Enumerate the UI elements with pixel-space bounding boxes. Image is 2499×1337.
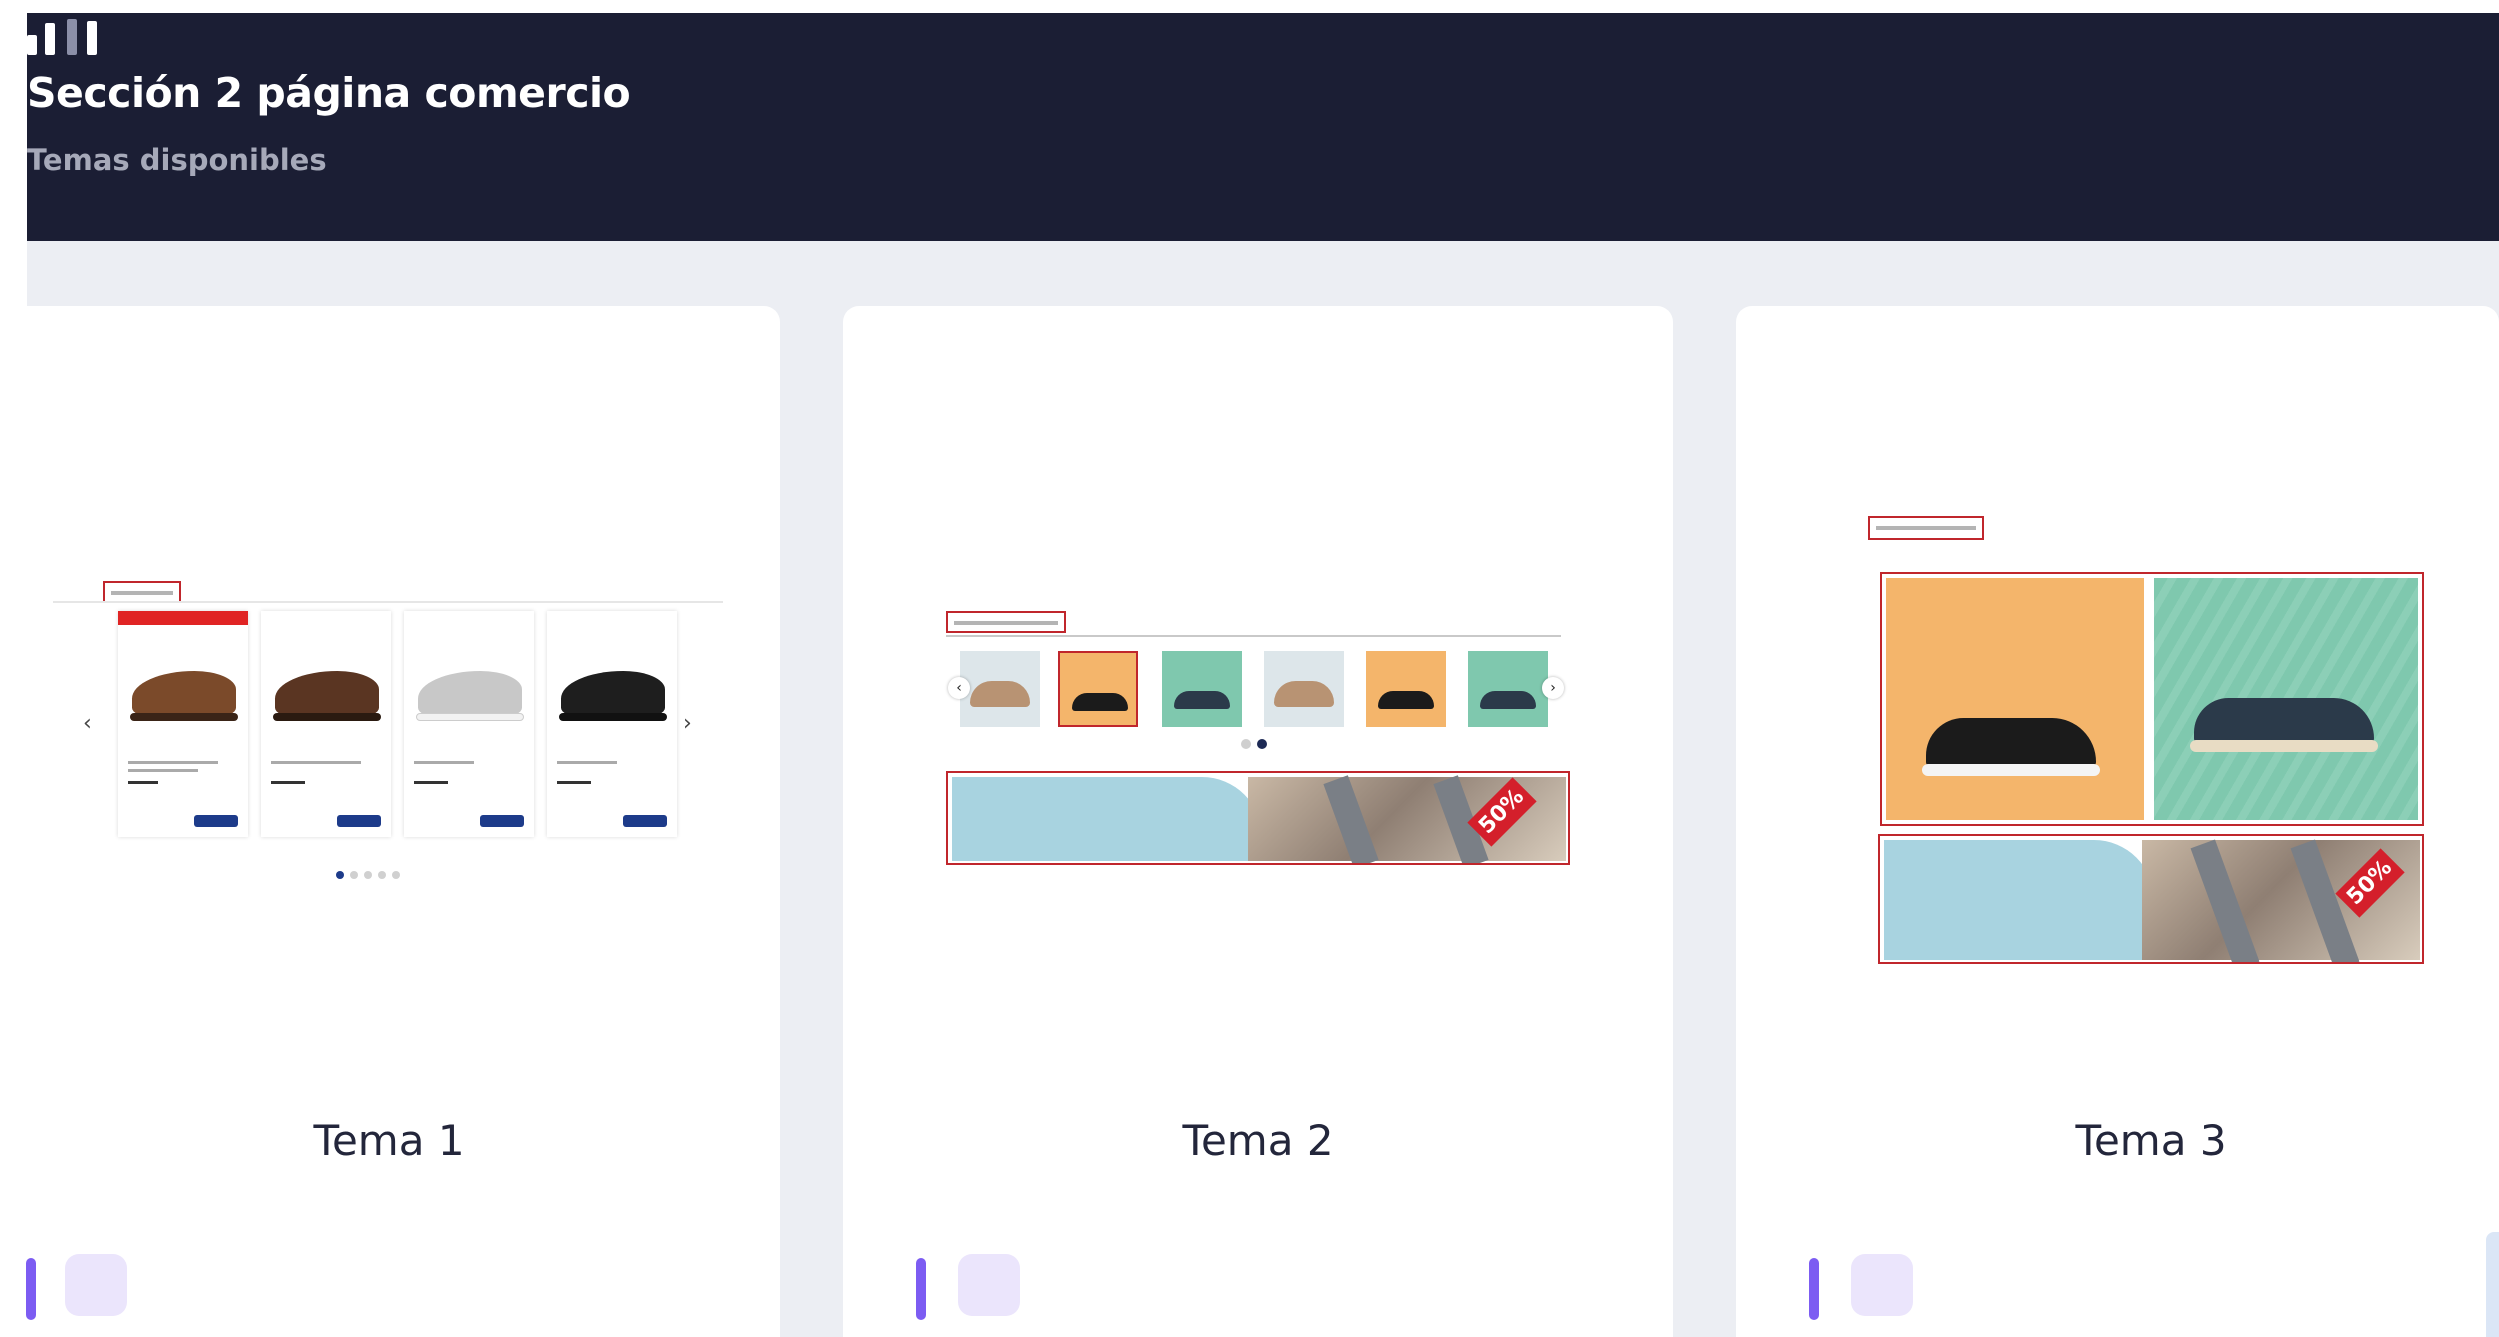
bars-logo-icon: [27, 17, 117, 55]
preview-tile: [1162, 651, 1242, 727]
preview-tile: [1264, 651, 1344, 727]
theme-3-preview: 50%: [1866, 516, 2426, 966]
preview-tile: [960, 651, 1040, 727]
preview-tile: [2154, 578, 2418, 820]
theme-card-2[interactable]: ‹ › 50% Tema 2: [843, 306, 1673, 1337]
preview-product-card: [118, 611, 248, 837]
page-subtitle: Temas disponibles: [27, 143, 327, 177]
preview-section-tag: [1868, 516, 1984, 540]
preview-section-tag: [103, 581, 181, 603]
preview-tile: [1366, 651, 1446, 727]
theme-1-label: Tema 1: [313, 1116, 465, 1165]
preview-tile: [1058, 651, 1138, 727]
preview-product-card: [547, 611, 677, 837]
chevron-left-icon: ‹: [83, 711, 92, 736]
pagination-dots: [1241, 739, 1271, 749]
theme-2-select-checkbox[interactable]: [958, 1254, 1020, 1316]
preview-product-card: [404, 611, 534, 837]
chevron-right-icon: ›: [1542, 677, 1564, 699]
theme-3-label: Tema 3: [2075, 1116, 2227, 1165]
preview-tile: [1886, 578, 2144, 820]
preview-product-grid: [1880, 572, 2424, 826]
page-title: Sección 2 página comercio: [27, 69, 631, 117]
theme-card-1[interactable]: ‹ › Tema 1: [0, 306, 780, 1337]
next-card-edge: [2486, 1232, 2499, 1337]
theme-2-accent-bar: [916, 1258, 926, 1320]
chevron-right-icon: ›: [683, 711, 692, 736]
preview-promo-banner: 50%: [1878, 834, 2424, 964]
sale-tag: 50%: [2335, 848, 2405, 918]
theme-1-accent-bar: [26, 1258, 36, 1320]
theme-2-preview: ‹ › 50%: [946, 611, 1571, 865]
theme-3-select-checkbox[interactable]: [1851, 1254, 1913, 1316]
preview-product-card: [261, 611, 391, 837]
preview-tile: [1468, 651, 1548, 727]
chevron-left-icon: ‹: [948, 677, 970, 699]
preview-promo-banner: 50%: [946, 771, 1570, 865]
top-strip: [27, 0, 2499, 13]
theme-2-label: Tema 2: [1182, 1116, 1334, 1165]
theme-3-accent-bar: [1809, 1258, 1819, 1320]
theme-1-preview: ‹ ›: [53, 581, 723, 901]
theme-card-3[interactable]: 50% Tema 3: [1736, 306, 2499, 1337]
preview-section-tag: [946, 611, 1066, 633]
theme-1-select-checkbox[interactable]: [65, 1254, 127, 1316]
page-header: Sección 2 página comercio Temas disponib…: [27, 13, 2499, 241]
